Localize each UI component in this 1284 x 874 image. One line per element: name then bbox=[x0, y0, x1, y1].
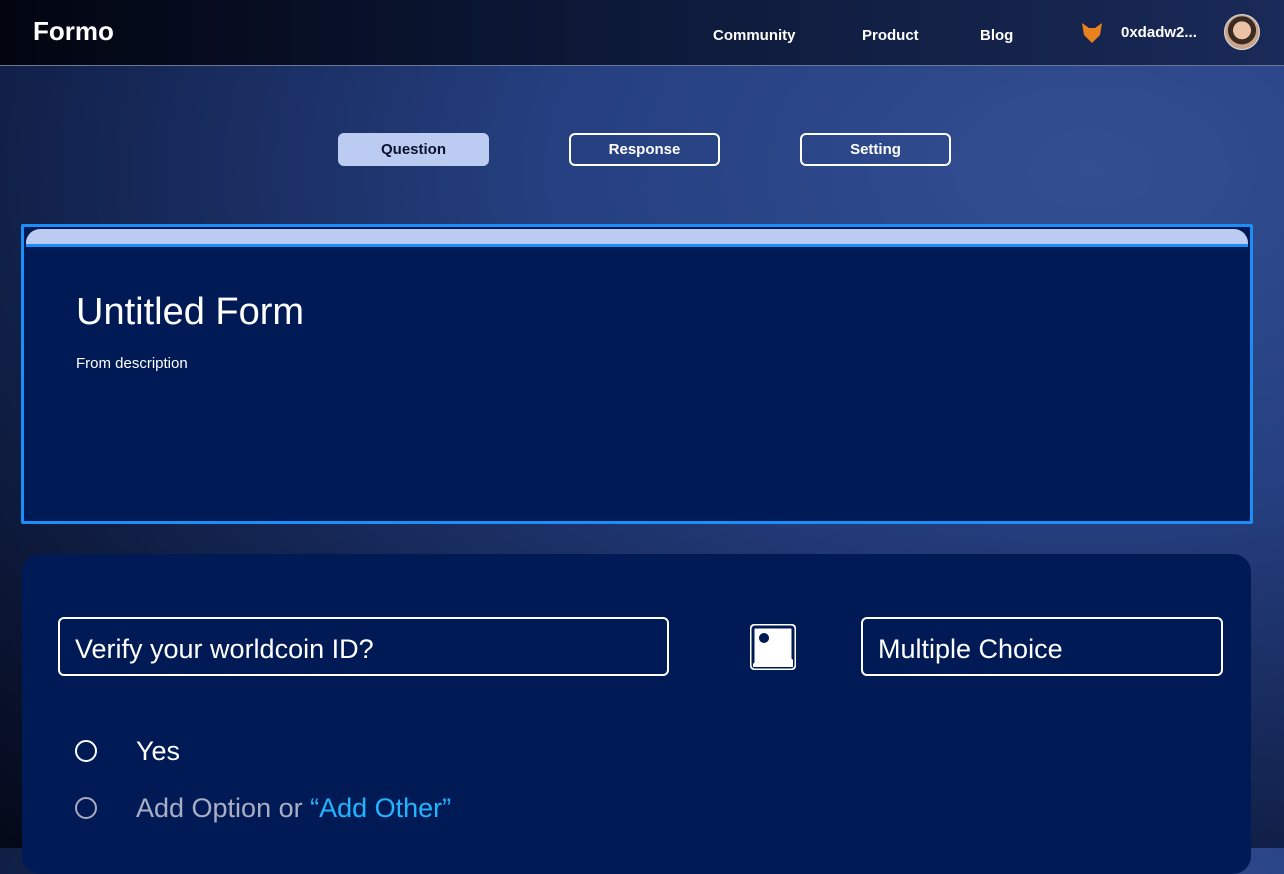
card-accent-strip bbox=[26, 229, 1248, 247]
tab-question[interactable]: Question bbox=[338, 133, 489, 166]
form-header-card[interactable]: Untitled Form From description bbox=[21, 224, 1253, 524]
add-option-link[interactable]: Add Option or bbox=[136, 793, 310, 823]
question-card: Verify your worldcoin ID? Multiple Choic… bbox=[22, 554, 1251, 874]
tab-response[interactable]: Response bbox=[569, 133, 720, 166]
question-input[interactable]: Verify your worldcoin ID? bbox=[58, 617, 669, 676]
nav-community[interactable]: Community bbox=[713, 27, 796, 44]
option-label[interactable]: Yes bbox=[136, 736, 180, 767]
metamask-fox-icon bbox=[1082, 23, 1102, 43]
form-description[interactable]: From description bbox=[76, 355, 188, 372]
form-title[interactable]: Untitled Form bbox=[76, 291, 304, 334]
add-option-row: Add Option or “Add Other” bbox=[136, 793, 451, 824]
image-icon[interactable] bbox=[750, 624, 796, 670]
top-nav-bar: Formo Community Product Blog 0xdadw2... bbox=[0, 0, 1284, 66]
question-type-select[interactable]: Multiple Choice bbox=[861, 617, 1223, 676]
avatar[interactable] bbox=[1224, 14, 1260, 50]
logo[interactable]: Formo bbox=[33, 16, 114, 47]
nav-blog[interactable]: Blog bbox=[980, 27, 1013, 44]
add-other-link[interactable]: “Add Other” bbox=[310, 793, 451, 823]
radio-add-option bbox=[75, 797, 97, 819]
nav-product[interactable]: Product bbox=[862, 27, 919, 44]
wallet-address[interactable]: 0xdadw2... bbox=[1121, 24, 1197, 41]
radio-option-yes[interactable] bbox=[75, 740, 97, 762]
tab-setting[interactable]: Setting bbox=[800, 133, 951, 166]
